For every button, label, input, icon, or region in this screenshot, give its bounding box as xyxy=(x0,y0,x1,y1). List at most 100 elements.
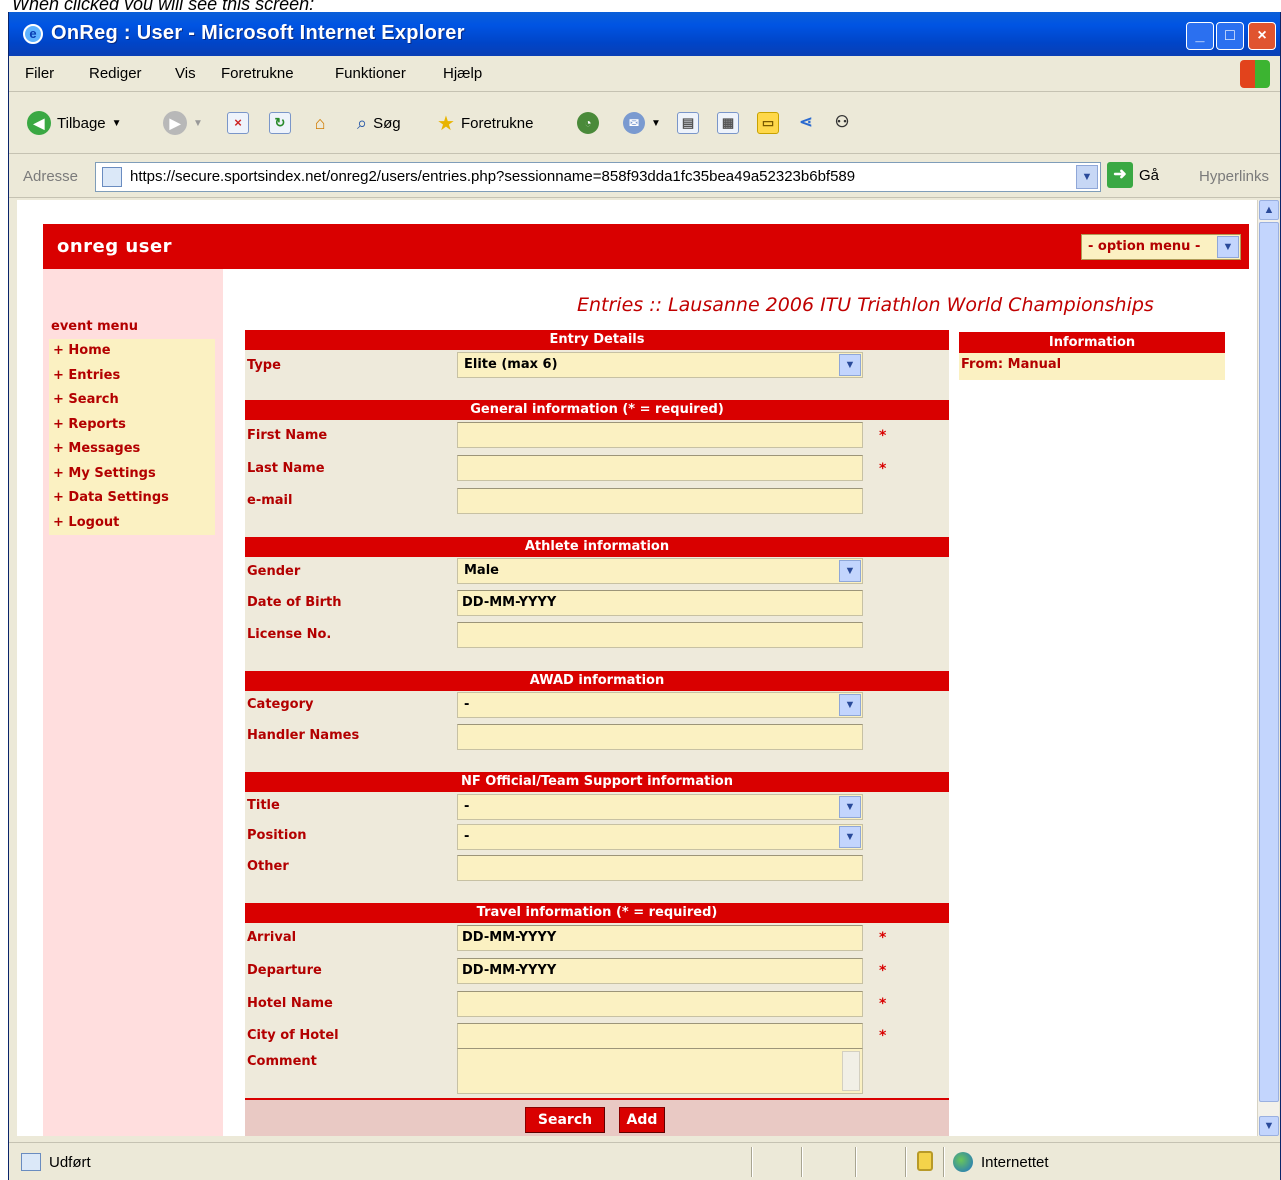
chevron-down-icon[interactable]: ▼ xyxy=(839,796,861,818)
back-button[interactable]: ◀ Tilbage ▼ xyxy=(27,109,122,137)
required-marker: * xyxy=(879,461,887,477)
menu-file[interactable]: Filer xyxy=(25,65,54,82)
entry-form: Entry Details Type Elite (max 6) ▼ Gener… xyxy=(245,330,949,1136)
discuss-button[interactable]: ▭ xyxy=(757,109,779,137)
stop-button[interactable]: × xyxy=(227,109,249,137)
other-label: Other xyxy=(247,859,289,874)
arrival-field[interactable]: DD-MM-YYYY xyxy=(457,925,863,951)
chevron-down-icon[interactable]: ▼ xyxy=(839,354,861,376)
menu-item-logout[interactable]: + Logout xyxy=(49,511,215,536)
menu-help[interactable]: Hjælp xyxy=(443,65,482,82)
vertical-scrollbar[interactable]: ▲ ▼ xyxy=(1257,200,1279,1136)
menu-favorites[interactable]: Foretrukne xyxy=(221,65,294,82)
chevron-down-icon[interactable]: ▼ xyxy=(1217,236,1239,258)
title-label: Title xyxy=(247,798,280,813)
maximize-button[interactable]: □ xyxy=(1216,22,1244,50)
last-name-field[interactable] xyxy=(457,455,863,481)
page-caption: When clicked you will see this screen: xyxy=(12,0,315,10)
dob-field[interactable]: DD-MM-YYYY xyxy=(457,590,863,616)
menu-item-home[interactable]: + Home xyxy=(49,339,215,364)
category-select[interactable]: - ▼ xyxy=(457,692,863,718)
menu-item-my-settings[interactable]: + My Settings xyxy=(49,462,215,487)
refresh-button[interactable]: ↻ xyxy=(269,109,291,137)
links-button[interactable]: Hyperlinks xyxy=(1199,168,1269,185)
type-label: Type xyxy=(247,358,281,373)
print-icon: ▤ xyxy=(677,112,699,134)
handler-field[interactable] xyxy=(457,724,863,750)
scroll-up-icon[interactable]: ▲ xyxy=(1259,200,1279,220)
information-source: From: Manual xyxy=(961,357,1062,372)
comment-textarea[interactable] xyxy=(457,1048,863,1094)
internet-explorer-icon: e xyxy=(23,24,43,44)
forward-button[interactable]: ▶ ▼ xyxy=(163,109,203,137)
required-marker: * xyxy=(879,996,887,1012)
page-done-icon xyxy=(21,1153,41,1171)
search-button[interactable]: Search xyxy=(525,1107,605,1133)
event-menu-list: + Home + Entries + Search + Reports + Me… xyxy=(49,339,215,535)
hotel-city-label: City of Hotel xyxy=(247,1028,339,1043)
edit-button[interactable]: ▦ xyxy=(717,109,739,137)
section-travel-info: Travel information (* = required) xyxy=(245,903,949,923)
address-dropdown-icon[interactable]: ▼ xyxy=(1076,165,1098,189)
menu-item-data-settings[interactable]: + Data Settings xyxy=(49,486,215,511)
other-field[interactable] xyxy=(457,855,863,881)
menu-item-messages[interactable]: + Messages xyxy=(49,437,215,462)
required-marker: * xyxy=(879,1028,887,1044)
address-input[interactable]: https://secure.sportsindex.net/onreg2/us… xyxy=(95,162,1101,192)
license-field[interactable] xyxy=(457,622,863,648)
departure-field[interactable]: DD-MM-YYYY xyxy=(457,958,863,984)
scroll-thumb[interactable] xyxy=(1259,222,1279,1102)
status-text: Udført xyxy=(49,1154,91,1171)
email-field[interactable] xyxy=(457,488,863,514)
event-menu-title: event menu xyxy=(51,319,138,334)
textarea-scrollbar[interactable] xyxy=(842,1051,860,1091)
add-button[interactable]: Add xyxy=(619,1107,665,1133)
close-button[interactable]: × xyxy=(1248,22,1276,50)
title-select[interactable]: - ▼ xyxy=(457,794,863,820)
gender-select[interactable]: Male ▼ xyxy=(457,558,863,584)
window-title: OnReg : User - Microsoft Internet Explor… xyxy=(51,22,465,44)
scroll-down-icon[interactable]: ▼ xyxy=(1259,1116,1279,1136)
chevron-down-icon[interactable]: ▼ xyxy=(839,694,861,716)
position-select[interactable]: - ▼ xyxy=(457,824,863,850)
forward-arrow-icon: ▶ xyxy=(163,111,187,135)
messenger-button[interactable]: ⚇ xyxy=(831,109,853,137)
minimize-button[interactable]: _ xyxy=(1186,22,1214,50)
mail-dropdown-icon: ▼ xyxy=(651,117,661,129)
menu-edit[interactable]: Rediger xyxy=(89,65,142,82)
status-divider xyxy=(801,1147,803,1177)
chevron-down-icon[interactable]: ▼ xyxy=(839,560,861,582)
address-label: Adresse xyxy=(23,168,79,185)
category-label: Category xyxy=(247,697,314,712)
menu-view[interactable]: Vis xyxy=(175,65,196,82)
share-button[interactable]: ⋖ xyxy=(795,109,817,137)
hotel-city-field[interactable] xyxy=(457,1023,863,1049)
mail-icon: ✉ xyxy=(623,112,645,134)
url-text[interactable]: https://secure.sportsindex.net/onreg2/us… xyxy=(130,168,855,185)
required-marker: * xyxy=(879,930,887,946)
print-button[interactable]: ▤ xyxy=(677,109,699,137)
menu-item-reports[interactable]: + Reports xyxy=(49,413,215,438)
home-button[interactable]: ⌂ xyxy=(309,109,331,137)
status-divider xyxy=(751,1147,753,1177)
option-menu-select[interactable]: - option menu - ▼ xyxy=(1081,234,1241,260)
go-label: Gå xyxy=(1139,166,1160,184)
favorites-button[interactable]: ★ Foretrukne xyxy=(437,109,533,137)
stop-icon: × xyxy=(227,112,249,134)
hotel-name-field[interactable] xyxy=(457,991,863,1017)
history-button[interactable]: ◔ xyxy=(577,109,599,137)
go-arrow-icon: ➜ xyxy=(1107,162,1133,188)
mail-button[interactable]: ✉ ▼ xyxy=(623,109,661,137)
page-content: onreg user - option menu - ▼ event menu … xyxy=(17,200,1257,1136)
type-select[interactable]: Elite (max 6) ▼ xyxy=(457,352,863,378)
required-marker: * xyxy=(879,963,887,979)
first-name-field[interactable] xyxy=(457,422,863,448)
go-button[interactable]: ➜ Gå xyxy=(1107,162,1159,188)
menu-item-search[interactable]: + Search xyxy=(49,388,215,413)
menu-item-entries[interactable]: + Entries xyxy=(49,364,215,389)
chevron-down-icon[interactable]: ▼ xyxy=(839,826,861,848)
section-entry-details: Entry Details xyxy=(245,330,949,350)
arrival-label: Arrival xyxy=(247,930,297,945)
search-button[interactable]: ⌕ Søg xyxy=(357,109,401,137)
menu-tools[interactable]: Funktioner xyxy=(335,65,406,82)
